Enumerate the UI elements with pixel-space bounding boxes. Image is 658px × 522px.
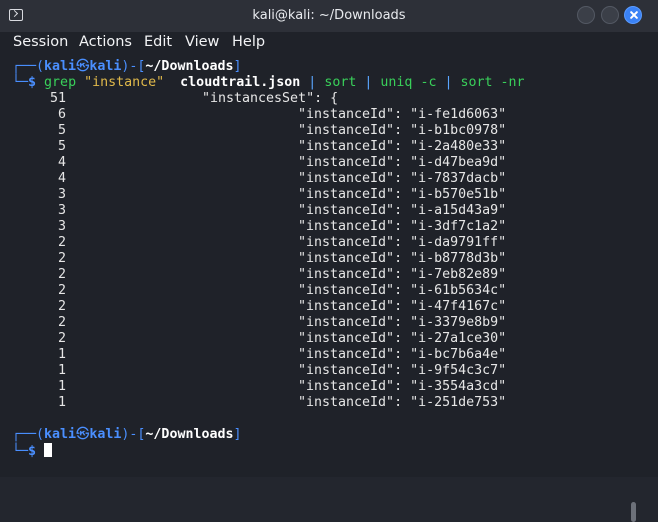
pipe-1: | [308, 75, 317, 90]
cmd-uniq: uniq [380, 75, 413, 90]
menu-actions[interactable]: Actions [79, 34, 132, 50]
prompt-host: kali [89, 59, 122, 74]
menu-edit[interactable]: Edit [144, 34, 172, 50]
prompt-line-2: ┌──(kali㉿kali)-[~/Downloads] [12, 427, 242, 442]
terminal-window: kali@kali: ~/Downloads Session Actions E… [0, 0, 658, 522]
output-count: 2 [57, 267, 66, 282]
cmd-grep: grep [44, 75, 77, 90]
output-text: "instanceId": "i-251de753" [298, 395, 507, 410]
output-text: "instanceId": "i-a15d43a9" [298, 203, 507, 218]
terminal-output-area[interactable]: ┌──(kali㉿kali)-[~/Downloads] └─$ grep "i… [0, 56, 658, 522]
pipe-2: | [364, 75, 373, 90]
output-text: "instanceId": "i-b570e51b" [298, 187, 507, 202]
output-count: 1 [57, 363, 66, 378]
output-count: 4 [57, 171, 66, 186]
cmd-sort2: sort [460, 75, 493, 90]
output-text: "instanceId": "i-b8778d3b" [298, 251, 507, 266]
output-text: "instanceId": "i-d47bea9d" [298, 155, 507, 170]
output-text: "instanceId": "i-7837dacb" [298, 171, 507, 186]
output-count: 3 [57, 219, 66, 234]
prompt-cwd-2: ~/Downloads [145, 427, 234, 442]
output-count: 2 [57, 299, 66, 314]
output-text: "instanceId": "i-7eb82e89" [298, 267, 507, 282]
output-count: 2 [57, 283, 66, 298]
output-text: "instanceId": "i-b1bc0978" [298, 123, 507, 138]
output-count: 2 [57, 235, 66, 250]
title-bar[interactable]: kali@kali: ~/Downloads [0, 0, 658, 32]
output-text: "instancesSet": { [202, 91, 339, 106]
output-count: 3 [57, 187, 66, 202]
command-line: └─$ grep "instance" cloudtrail.json | so… [12, 75, 525, 90]
prompt-line: ┌──(kali㉿kali)-[~/Downloads] [12, 59, 242, 74]
output-text: "instanceId": "i-3554a3cd" [298, 379, 507, 394]
cmd-sort: sort [324, 75, 357, 90]
cmd-uniq-flag: -c [420, 75, 437, 90]
input-line[interactable]: └─$ [12, 443, 53, 459]
cmd-pattern: "instance" [84, 75, 165, 90]
window-title: kali@kali: ~/Downloads [252, 8, 406, 23]
prompt-cwd: ~/Downloads [145, 59, 234, 74]
prompt-at: ㉿ [76, 59, 90, 74]
minimize-button[interactable] [577, 6, 595, 24]
output-text: "instanceId": "i-61b5634c" [298, 283, 507, 298]
output-count: 3 [57, 203, 66, 218]
menu-session[interactable]: Session [13, 34, 68, 50]
cmd-file: cloudtrail.json [180, 75, 301, 90]
menu-bar: Session Actions Edit View Help [0, 32, 658, 54]
output-text: "instanceId": "i-3379e8b9" [298, 315, 507, 330]
prompt-at-2: ㉿ [76, 427, 90, 442]
prompt-dollar: $ [28, 75, 37, 90]
output-text: "instanceId": "i-3df7c1a2" [298, 219, 507, 234]
output-text: "instanceId": "i-27a1ce30" [298, 331, 507, 346]
output-text: "instanceId": "i-bc7b6a4e" [298, 347, 507, 362]
prompt-dollar-2: $ [28, 444, 37, 459]
scrollbar-thumb[interactable] [631, 502, 636, 522]
output-text: "instanceId": "i-47f4167c" [298, 299, 507, 314]
prompt-user-2: kali [44, 427, 77, 442]
output-text: "instanceId": "i-da9791ff" [298, 235, 507, 250]
output-count: 51 [49, 91, 66, 106]
prompt-host-2: kali [89, 427, 122, 442]
pipe-3: | [444, 75, 453, 90]
output-count: 5 [57, 139, 66, 154]
menu-help[interactable]: Help [232, 34, 265, 50]
output-count: 5 [57, 123, 66, 138]
prompt-user: kali [44, 59, 77, 74]
output-count: 2 [57, 331, 66, 346]
text-cursor [44, 443, 53, 457]
output-text: "instanceId": "i-fe1d6063" [298, 107, 507, 122]
output-text: "instanceId": "i-2a480e33" [298, 139, 507, 154]
maximize-button[interactable] [601, 6, 619, 24]
output-count: 1 [57, 395, 66, 410]
menu-view[interactable]: View [185, 34, 219, 50]
cmd-sort2-flag: -nr [500, 75, 525, 90]
output-count: 6 [57, 107, 66, 122]
close-button[interactable] [624, 6, 642, 24]
output-count: 2 [57, 315, 66, 330]
output-count: 4 [57, 155, 66, 170]
output-count: 2 [57, 251, 66, 266]
output-count: 1 [57, 379, 66, 394]
output-text: "instanceId": "i-9f54c3c7" [298, 363, 507, 378]
output-count: 1 [57, 347, 66, 362]
